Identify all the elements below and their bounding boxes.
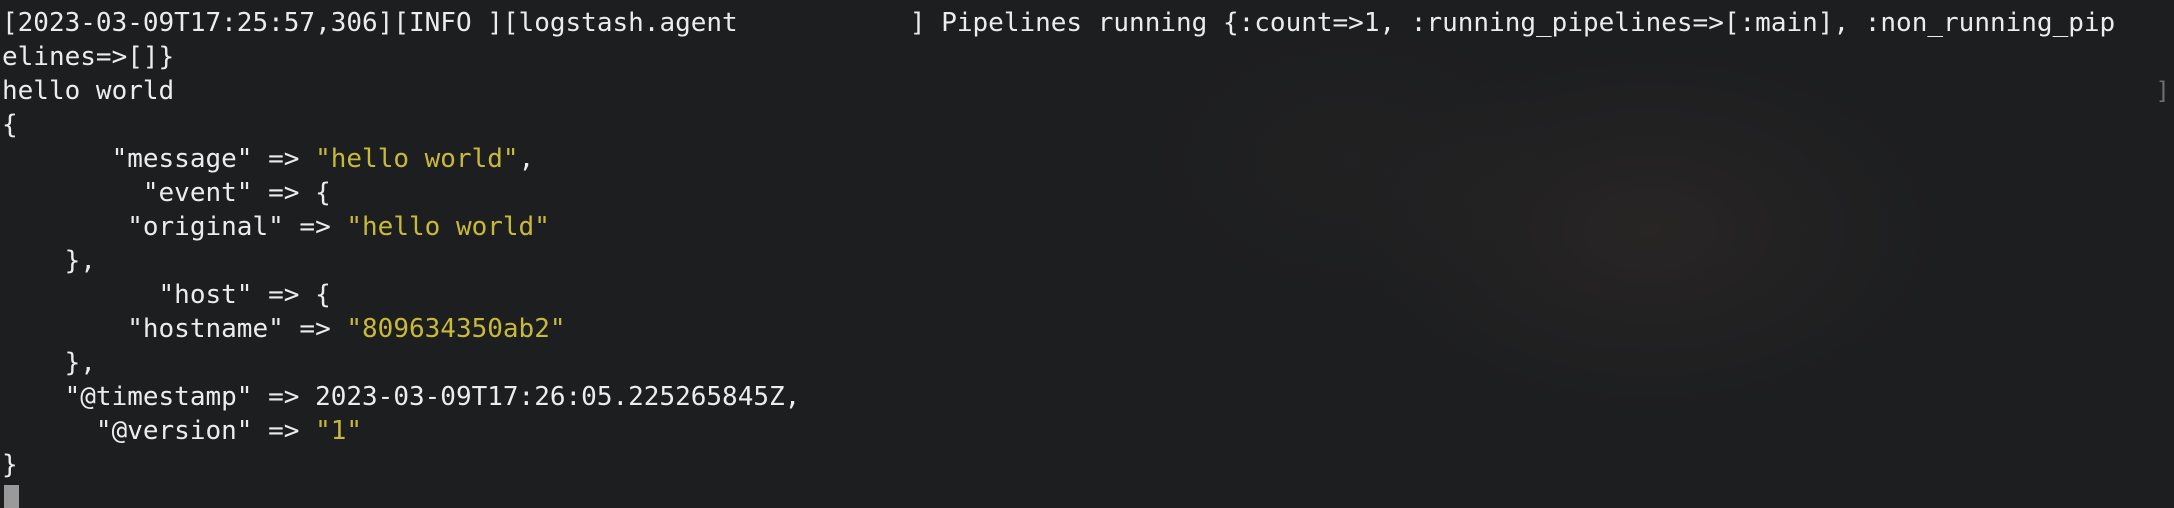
original-key: "original" => bbox=[2, 212, 347, 242]
hostname-value: "809634350ab2" bbox=[346, 314, 566, 344]
output-event-close: }, bbox=[2, 246, 96, 276]
message-value: "hello world" bbox=[315, 144, 519, 174]
output-host-close: }, bbox=[2, 348, 96, 378]
message-key: "message" => bbox=[2, 144, 316, 174]
log-line-pipelines: [2023-03-09T17:25:57,306][INFO ][logstas… bbox=[2, 8, 2116, 38]
output-original-line: "original" => "hello world" bbox=[0, 210, 2174, 244]
message-tail: , bbox=[518, 144, 535, 174]
hostname-key: "hostname" => bbox=[2, 314, 347, 344]
output-message-line: "message" => "hello world", bbox=[0, 142, 2174, 176]
version-key: "@version" => bbox=[2, 416, 316, 446]
prompt-line[interactable] bbox=[0, 482, 2174, 508]
output-close-brace: } bbox=[2, 450, 18, 480]
output-version-line: "@version" => "1" bbox=[0, 414, 2174, 448]
output-event-line: "event" => { bbox=[2, 178, 331, 208]
text-cursor bbox=[4, 485, 19, 508]
version-value: "1" bbox=[315, 416, 363, 446]
output-hostname-line: "hostname" => "809634350ab2" bbox=[0, 312, 2174, 346]
log-line-pipelines-wrap: elines=>[]} bbox=[2, 42, 175, 72]
output-host-line: "host" => { bbox=[2, 280, 331, 310]
input-echo: hello world bbox=[2, 76, 175, 106]
original-value: "hello world" bbox=[346, 212, 550, 242]
terminal-window[interactable]: [2023-03-09T17:25:57,306][INFO ][logstas… bbox=[0, 0, 2174, 508]
output-timestamp-line: "@timestamp" => 2023-03-09T17:26:05.2252… bbox=[2, 382, 801, 412]
output-open-brace: { bbox=[2, 110, 18, 140]
scroll-edge-marker: ] bbox=[2155, 77, 2170, 105]
